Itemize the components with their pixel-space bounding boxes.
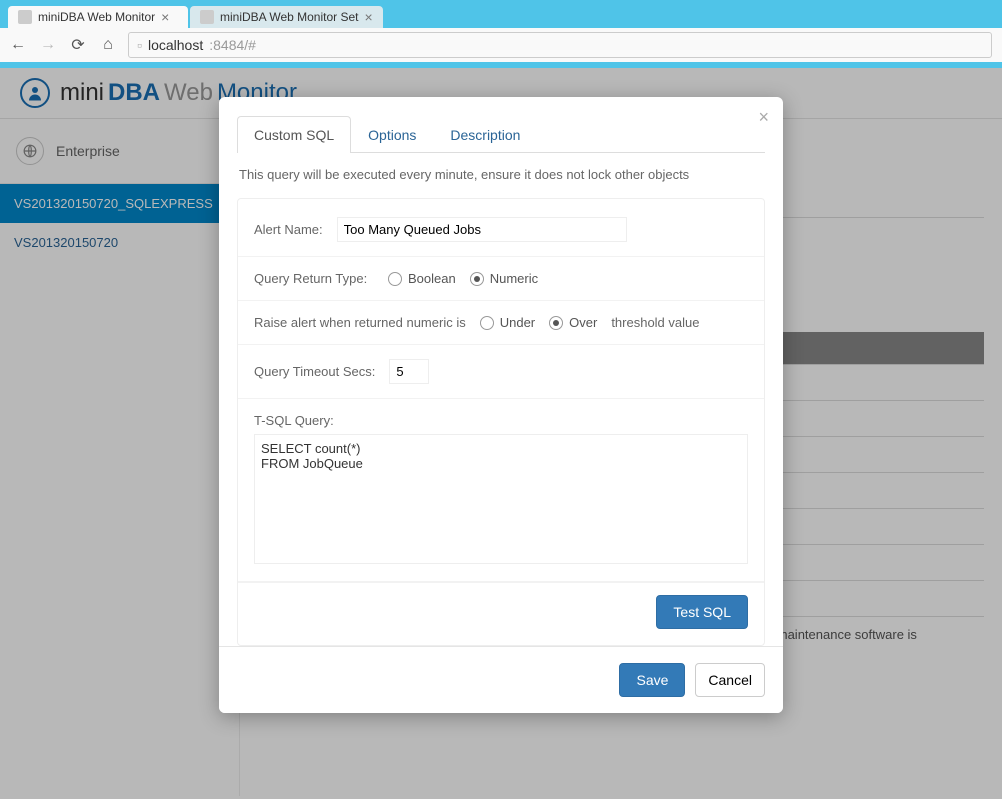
row-timeout: Query Timeout Secs:: [238, 345, 764, 399]
radio-numeric[interactable]: Numeric: [470, 271, 538, 286]
browser-tab[interactable]: miniDBA Web Monitor Set ×: [190, 6, 383, 28]
modal: × Custom SQL Options Description This qu…: [219, 97, 783, 713]
timeout-label: Query Timeout Secs:: [254, 364, 375, 379]
modal-tabs: Custom SQL Options Description: [237, 115, 765, 153]
alert-name-input[interactable]: [337, 217, 627, 242]
close-icon[interactable]: ×: [758, 107, 769, 128]
row-raise: Raise alert when returned numeric is Und…: [238, 301, 764, 345]
raise-label: Raise alert when returned numeric is: [254, 315, 466, 330]
modal-footer: Save Cancel: [219, 646, 783, 713]
favicon: [18, 10, 32, 24]
form-panel: Alert Name: Query Return Type: Boolean N…: [237, 198, 765, 646]
back-icon[interactable]: ←: [10, 37, 26, 53]
threshold-label: threshold value: [611, 315, 699, 330]
url-rest: :8484/#: [209, 37, 256, 53]
url-input[interactable]: ▫ localhost :8484/#: [128, 32, 992, 58]
reload-icon[interactable]: ⟳: [70, 37, 86, 53]
page-icon: ▫: [137, 37, 142, 53]
form-actions: Test SQL: [238, 582, 764, 641]
tab-title: miniDBA Web Monitor Set: [220, 10, 359, 24]
timeout-input[interactable]: [389, 359, 429, 384]
address-bar: ← → ⟳ ⌂ ▫ localhost :8484/#: [0, 28, 1002, 62]
modal-body: Custom SQL Options Description This quer…: [219, 97, 783, 646]
radio-boolean[interactable]: Boolean: [388, 271, 456, 286]
tab-bar: miniDBA Web Monitor × miniDBA Web Monito…: [0, 0, 1002, 28]
return-type-label: Query Return Type:: [254, 271, 374, 286]
forward-icon[interactable]: →: [40, 37, 56, 53]
radio-under[interactable]: Under: [480, 315, 535, 330]
browser-tab[interactable]: miniDBA Web Monitor ×: [8, 6, 188, 28]
close-icon[interactable]: ×: [161, 9, 169, 25]
tab-description[interactable]: Description: [433, 116, 537, 153]
favicon: [200, 10, 214, 24]
row-tsql: T-SQL Query:: [238, 399, 764, 582]
browser-chrome: miniDBA Web Monitor × miniDBA Web Monito…: [0, 0, 1002, 68]
cancel-button[interactable]: Cancel: [695, 663, 765, 697]
alert-name-label: Alert Name:: [254, 222, 323, 237]
tab-options[interactable]: Options: [351, 116, 433, 153]
home-icon[interactable]: ⌂: [100, 37, 116, 53]
tsql-textarea[interactable]: [254, 434, 748, 564]
close-icon[interactable]: ×: [365, 9, 373, 25]
test-sql-button[interactable]: Test SQL: [656, 595, 748, 629]
tab-title: miniDBA Web Monitor: [38, 10, 155, 24]
nav-icons: ← → ⟳ ⌂: [10, 37, 116, 53]
tsql-label: T-SQL Query:: [254, 413, 748, 428]
save-button[interactable]: Save: [619, 663, 685, 697]
row-return-type: Query Return Type: Boolean Numeric: [238, 257, 764, 301]
tab-custom-sql[interactable]: Custom SQL: [237, 116, 351, 153]
url-host: localhost: [148, 37, 203, 53]
row-alert-name: Alert Name:: [238, 203, 764, 257]
modal-note: This query will be executed every minute…: [237, 153, 765, 198]
radio-over[interactable]: Over: [549, 315, 597, 330]
